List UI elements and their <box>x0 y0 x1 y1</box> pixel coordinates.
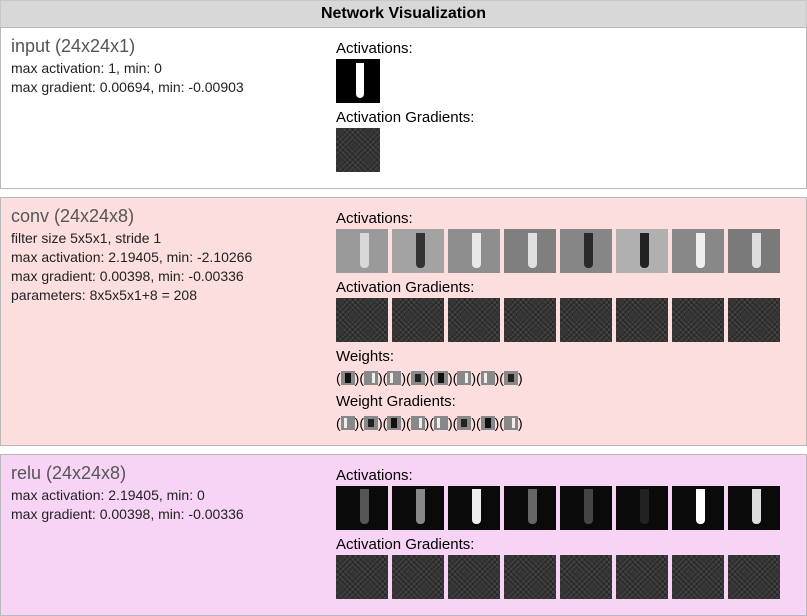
activation-thumb[interactable] <box>616 229 668 273</box>
gradient-thumb[interactable] <box>504 555 556 599</box>
activation-thumb[interactable] <box>560 486 612 530</box>
gradient-thumb[interactable] <box>672 298 724 342</box>
weight-thumb[interactable] <box>457 416 471 430</box>
parameters-text: parameters: 8x5x5x1+8 = 208 <box>11 286 328 305</box>
gradient-thumb[interactable] <box>616 298 668 342</box>
max-gradient-text: max gradient: 0.00398, min: -0.00336 <box>11 505 328 524</box>
gradient-thumb[interactable] <box>504 298 556 342</box>
layer-conv-info: conv (24x24x8) filter size 5x5x1, stride… <box>11 206 336 435</box>
activation-thumb[interactable] <box>336 229 388 273</box>
activation-gradients-row <box>336 298 796 342</box>
activations-row <box>336 59 796 103</box>
gradient-thumb[interactable] <box>336 128 380 172</box>
activation-thumb[interactable] <box>448 229 500 273</box>
weight-thumb[interactable] <box>434 416 448 430</box>
layer-name: relu (24x24x8) <box>11 463 328 484</box>
layer-relu-vis: Activations: Activation Gradients: <box>336 463 796 605</box>
weight-thumb[interactable] <box>341 416 355 430</box>
layer-name: conv (24x24x8) <box>11 206 328 227</box>
activations-label: Activations: <box>336 467 796 484</box>
weight-thumb[interactable] <box>364 416 378 430</box>
weight-thumb[interactable] <box>481 371 495 385</box>
gradient-thumb[interactable] <box>616 555 668 599</box>
weight-thumb[interactable] <box>504 416 518 430</box>
gradient-thumb[interactable] <box>336 298 388 342</box>
layer-relu: relu (24x24x8) max activation: 2.19405, … <box>0 454 807 616</box>
gradient-thumb[interactable] <box>560 555 612 599</box>
weight-gradients-row: ()()()()()()()() <box>336 412 796 434</box>
gradient-thumb[interactable] <box>728 555 780 599</box>
max-activation-text: max activation: 1, min: 0 <box>11 59 328 78</box>
activations-label: Activations: <box>336 40 796 57</box>
page-title: Network Visualization <box>0 0 807 27</box>
weight-thumb[interactable] <box>481 416 495 430</box>
activation-thumb[interactable] <box>728 486 780 530</box>
activation-thumb[interactable] <box>448 486 500 530</box>
activation-thumb[interactable] <box>616 486 668 530</box>
layer-conv-vis: Activations: Activation Gradients: Weigh… <box>336 206 796 435</box>
gradient-thumb[interactable] <box>728 298 780 342</box>
filter-text: filter size 5x5x1, stride 1 <box>11 229 328 248</box>
activations-label: Activations: <box>336 210 796 227</box>
activation-thumb[interactable] <box>672 229 724 273</box>
weights-row: ()()()()()()()() <box>336 367 796 389</box>
layer-relu-info: relu (24x24x8) max activation: 2.19405, … <box>11 463 336 605</box>
max-activation-text: max activation: 2.19405, min: 0 <box>11 486 328 505</box>
activation-thumb[interactable] <box>504 486 556 530</box>
layer-input-info: input (24x24x1) max activation: 1, min: … <box>11 36 336 178</box>
gradient-thumb[interactable] <box>672 555 724 599</box>
activation-thumb[interactable] <box>672 486 724 530</box>
weight-thumb[interactable] <box>411 371 425 385</box>
activation-thumb[interactable] <box>560 229 612 273</box>
weights-label: Weights: <box>336 348 796 365</box>
activations-row <box>336 486 796 530</box>
activations-row <box>336 229 796 273</box>
activation-thumb[interactable] <box>392 486 444 530</box>
gradient-thumb[interactable] <box>336 555 388 599</box>
gradient-thumb[interactable] <box>392 555 444 599</box>
weight-thumb[interactable] <box>387 371 401 385</box>
activation-gradients-row <box>336 555 796 599</box>
max-gradient-text: max gradient: 0.00398, min: -0.00336 <box>11 267 328 286</box>
weight-thumb[interactable] <box>411 416 425 430</box>
activation-gradients-row <box>336 128 796 172</box>
weight-thumb[interactable] <box>387 416 401 430</box>
activation-gradients-label: Activation Gradients: <box>336 109 796 126</box>
layer-input-vis: Activations: Activation Gradients: <box>336 36 796 178</box>
layer-conv: conv (24x24x8) filter size 5x5x1, stride… <box>0 197 807 446</box>
max-gradient-text: max gradient: 0.00694, min: -0.00903 <box>11 78 328 97</box>
activation-thumb[interactable] <box>336 486 388 530</box>
activation-gradients-label: Activation Gradients: <box>336 536 796 553</box>
activation-thumb[interactable] <box>392 229 444 273</box>
layer-name: input (24x24x1) <box>11 36 328 57</box>
activation-gradients-label: Activation Gradients: <box>336 279 796 296</box>
weight-thumb[interactable] <box>434 371 448 385</box>
weight-thumb[interactable] <box>341 371 355 385</box>
gradient-thumb[interactable] <box>560 298 612 342</box>
activation-thumb[interactable] <box>728 229 780 273</box>
gradient-thumb[interactable] <box>448 298 500 342</box>
max-activation-text: max activation: 2.19405, min: -2.10266 <box>11 248 328 267</box>
weight-thumb[interactable] <box>364 371 378 385</box>
gradient-thumb[interactable] <box>448 555 500 599</box>
weight-thumb[interactable] <box>504 371 518 385</box>
activation-thumb[interactable] <box>336 59 380 103</box>
gradient-thumb[interactable] <box>392 298 444 342</box>
weight-gradients-label: Weight Gradients: <box>336 393 796 410</box>
activation-thumb[interactable] <box>504 229 556 273</box>
weight-thumb[interactable] <box>457 371 471 385</box>
layer-input: input (24x24x1) max activation: 1, min: … <box>0 27 807 189</box>
